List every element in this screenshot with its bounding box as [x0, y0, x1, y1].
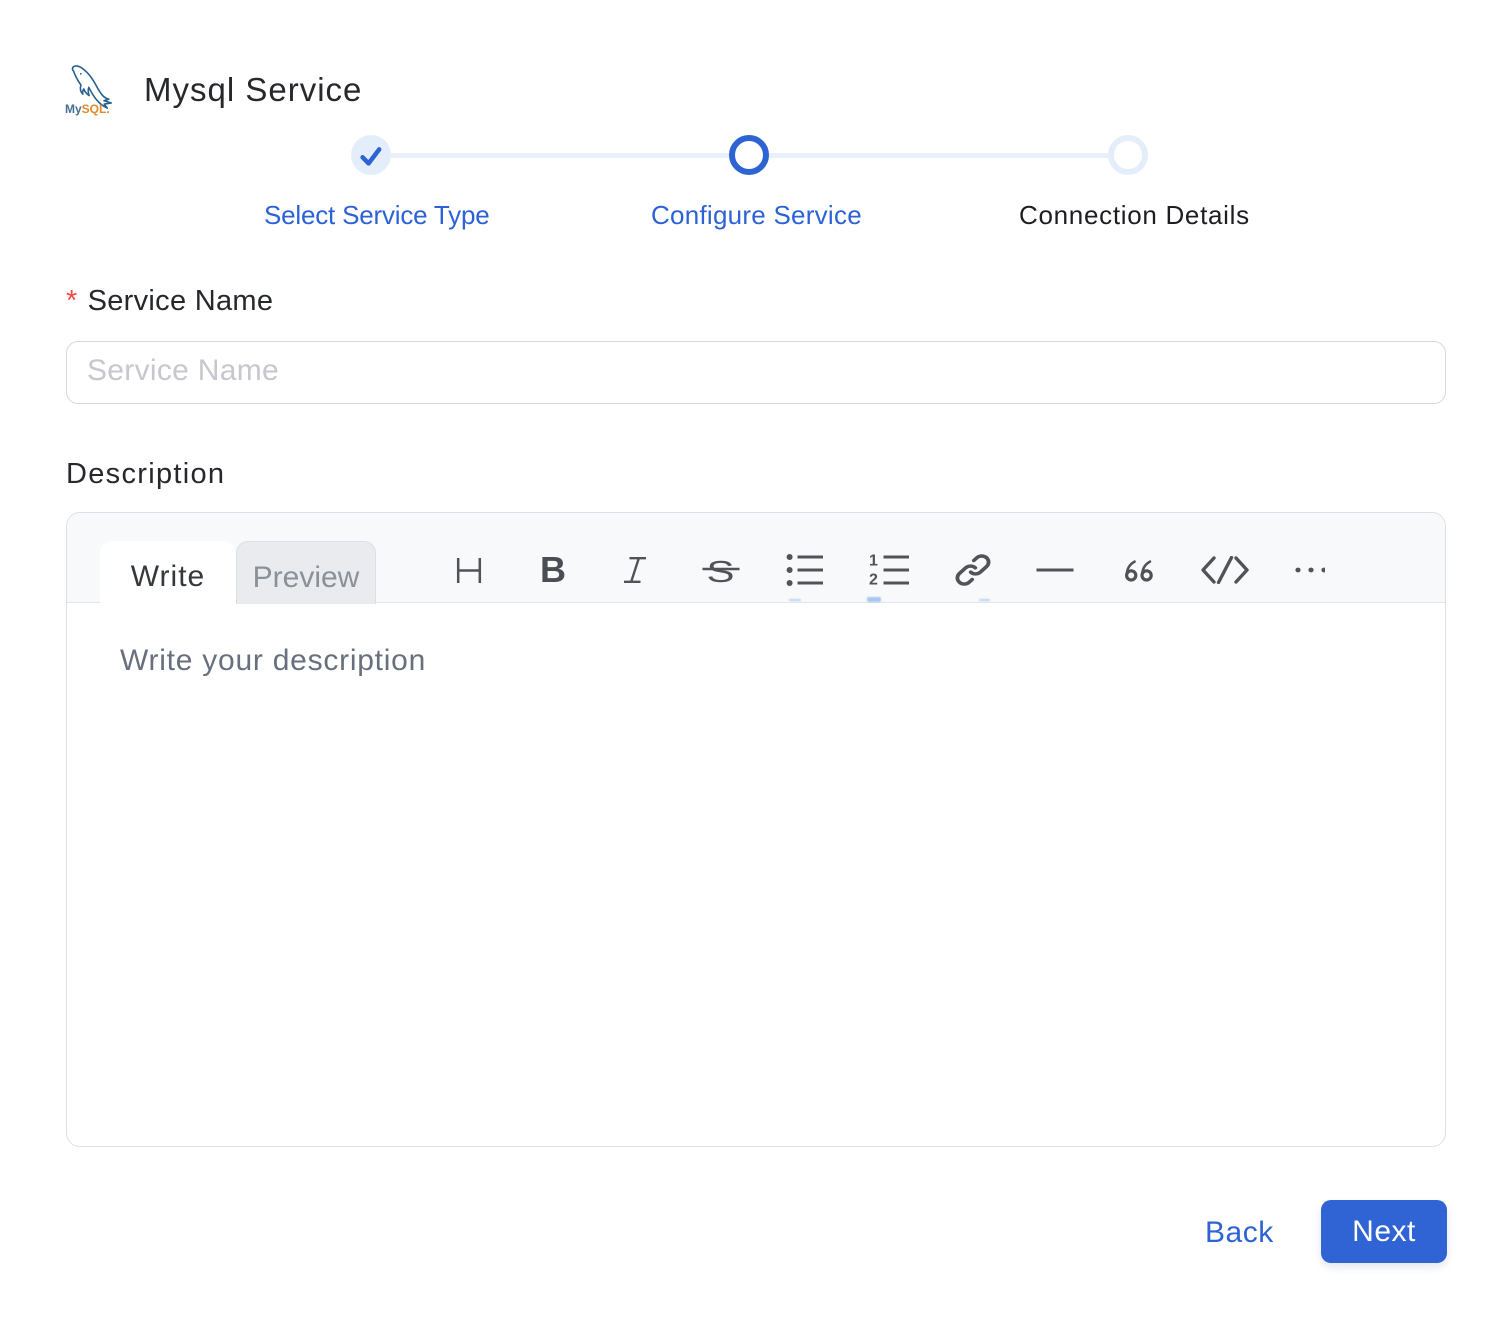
svg-text:2: 2	[869, 572, 878, 588]
svg-text:MySQL.: MySQL.	[65, 102, 110, 116]
svg-text:1: 1	[869, 553, 878, 570]
